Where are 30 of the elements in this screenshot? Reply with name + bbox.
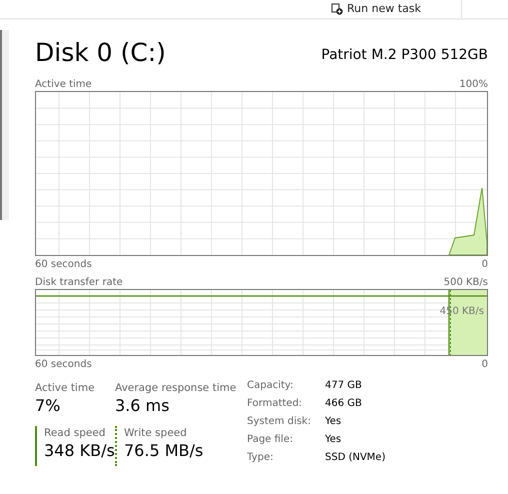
stat-label: Read speed: [44, 426, 106, 440]
axis-zero-label: 0: [482, 358, 488, 371]
property-value: Yes: [325, 433, 342, 447]
run-task-icon: [331, 3, 344, 15]
property-label: Type:: [247, 451, 274, 465]
stat-value: 3.6 ms: [115, 395, 170, 417]
property-label: Capacity:: [247, 379, 294, 393]
property-label: System disk:: [247, 415, 312, 429]
disk-title: Disk 0 (C:): [35, 38, 166, 68]
chart-label: Active time: [35, 78, 92, 91]
stat-value: 76.5 MB/s: [124, 440, 204, 462]
time-axis-label: 60 seconds: [35, 358, 92, 371]
chart-label: Disk transfer rate: [35, 276, 123, 289]
stat-label: Active time: [35, 381, 96, 395]
run-new-task-button[interactable]: Run new task: [347, 0, 421, 18]
time-axis-label: 60 seconds: [35, 258, 92, 271]
axis-zero-label: 0: [482, 258, 488, 271]
property-value: 466 GB: [325, 397, 363, 411]
property-label: Page file:: [247, 433, 294, 447]
disk-model: Patriot M.2 P300 512GB: [321, 46, 488, 65]
property-label: Formatted:: [247, 397, 304, 411]
property-value: Yes: [325, 415, 342, 429]
stat-label: Write speed: [124, 426, 188, 440]
stat-value: 7%: [35, 395, 62, 417]
property-value: 477 GB: [325, 379, 363, 393]
axis-max-label: 100%: [459, 78, 488, 91]
stat-value: 348 KB/s: [44, 440, 115, 462]
stat-label: Average response time: [115, 381, 238, 395]
property-value: SSD (NVMe): [325, 451, 386, 465]
axis-max-label: 500 KB/s: [444, 276, 488, 289]
